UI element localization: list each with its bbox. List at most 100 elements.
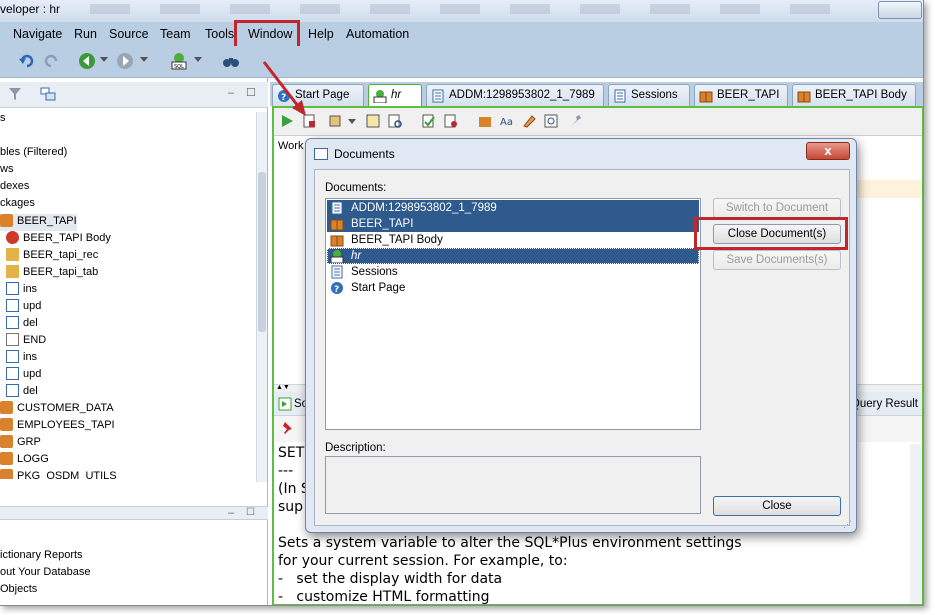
list-item[interactable]: BEER_TAPI Body xyxy=(327,232,699,248)
list-item[interactable]: hr xyxy=(327,248,699,264)
binoculars-icon[interactable] xyxy=(222,52,240,70)
menu-help[interactable]: Help xyxy=(308,27,334,41)
query-result-tab[interactable]: Query Result xyxy=(851,398,918,410)
close-icon[interactable]: ☐ xyxy=(246,86,256,99)
autotrace-icon[interactable] xyxy=(388,114,402,128)
chevron-down-icon[interactable] xyxy=(100,57,108,62)
reports-item[interactable]: out Your Database xyxy=(0,566,91,583)
current-line-highlight xyxy=(854,180,922,198)
tab-beer-tapi[interactable]: BEER_TAPI xyxy=(694,84,788,106)
tree-item-label: del xyxy=(23,317,38,329)
menu-source[interactable]: Source xyxy=(109,27,149,41)
chevron-down-icon[interactable] xyxy=(194,57,202,62)
procedure-icon xyxy=(6,384,19,397)
tree-item[interactable]: END xyxy=(6,333,46,350)
reports-item[interactable]: ictionary Reports xyxy=(0,549,83,566)
document-name: hr xyxy=(351,250,362,262)
commit-icon[interactable] xyxy=(328,114,342,128)
explain-plan-icon[interactable] xyxy=(366,114,380,128)
wrench-icon[interactable] xyxy=(568,114,582,128)
menu-run[interactable]: Run xyxy=(74,27,97,41)
tree-item[interactable]: bles (Filtered) xyxy=(0,146,67,163)
scrollbar-thumb[interactable] xyxy=(258,172,266,332)
document-name: Sessions xyxy=(351,266,398,278)
tree-item[interactable]: ins xyxy=(6,350,37,367)
help-icon: ? xyxy=(331,282,343,295)
commit-check-icon[interactable] xyxy=(422,114,436,128)
redo-icon[interactable] xyxy=(42,52,60,70)
tree-item[interactable]: BEER_tapi_tab xyxy=(6,265,98,282)
tree-item[interactable]: upd xyxy=(6,367,41,384)
schema-browser-icon[interactable] xyxy=(40,87,56,101)
list-item[interactable]: ? Start Page xyxy=(327,280,699,296)
to-upper-icon[interactable]: Aa xyxy=(500,114,514,128)
package-icon xyxy=(0,435,13,448)
sql-worksheet-icon xyxy=(330,250,344,263)
worksheet-toolbar: Aa xyxy=(274,108,922,136)
tree-item[interactable]: EMPLOYEES_TAPI xyxy=(0,418,115,435)
tree-item[interactable]: ins xyxy=(6,282,37,299)
minimize-icon[interactable]: – xyxy=(228,87,234,99)
tab-hr[interactable]: hr xyxy=(368,84,422,106)
report-icon xyxy=(432,89,444,103)
resize-grip-icon[interactable]: ⋰ xyxy=(843,519,852,530)
main-toolbar: SQL xyxy=(0,46,923,78)
help-scrollbar[interactable] xyxy=(910,444,922,604)
menu-automation[interactable]: Automation xyxy=(346,27,409,41)
sql-worksheet-icon[interactable]: SQL xyxy=(170,52,188,70)
list-item[interactable]: ADDM:1298953802_1_7989 xyxy=(327,200,699,216)
save-documents-button[interactable]: Save Documents(s) xyxy=(713,250,841,270)
tree-item[interactable]: LOGG xyxy=(0,452,49,469)
tree-item[interactable]: BEER_tapi_rec xyxy=(6,248,98,265)
list-item[interactable]: BEER_TAPI xyxy=(327,216,699,232)
documents-list[interactable]: ADDM:1298953802_1_7989 BEER_TAPI BEER_TA… xyxy=(325,198,701,430)
tree-item[interactable]: del xyxy=(6,316,38,333)
document-name: BEER_TAPI xyxy=(351,218,414,230)
clear-icon[interactable] xyxy=(522,114,536,128)
document-name: ADDM:1298953802_1_7989 xyxy=(351,202,497,214)
tab-addm[interactable]: ADDM:1298953802_1_7989 xyxy=(426,84,604,106)
close-icon[interactable]: ☐ xyxy=(246,507,255,519)
tree-item[interactable]: CUSTOMER_DATA xyxy=(0,401,114,418)
history-icon[interactable] xyxy=(544,114,558,128)
tree-item[interactable]: s xyxy=(0,112,6,129)
chevron-down-icon[interactable] xyxy=(348,119,356,124)
tab-label: hr xyxy=(391,89,402,101)
forward-icon[interactable] xyxy=(116,52,134,70)
list-item[interactable]: Sessions xyxy=(327,264,699,280)
tree-scrollbar[interactable] xyxy=(256,112,267,482)
worksheet-tab[interactable]: Work xyxy=(278,140,303,152)
tab-beer-tapi-body[interactable]: BEER_TAPI Body xyxy=(792,84,916,106)
tree-item[interactable]: ws xyxy=(0,163,13,180)
tree-item[interactable]: PKG_OSDM_UTILS xyxy=(0,469,117,479)
menu-tools[interactable]: Tools xyxy=(205,27,234,41)
back-icon[interactable] xyxy=(78,52,96,70)
tree-item[interactable]: del xyxy=(6,384,38,401)
switch-to-document-button[interactable]: Switch to Document xyxy=(713,198,841,218)
pin-icon[interactable] xyxy=(280,421,294,435)
svg-text:Aa: Aa xyxy=(500,117,513,128)
rollback-icon[interactable] xyxy=(444,114,458,128)
tree-item[interactable]: GRP xyxy=(0,435,41,452)
sql-tuning-icon[interactable] xyxy=(478,114,492,128)
filter-icon[interactable] xyxy=(8,87,22,101)
procedure-icon xyxy=(6,367,19,380)
menu-navigate[interactable]: Navigate xyxy=(13,27,62,41)
tree-item[interactable]: dexes xyxy=(0,180,29,197)
minimize-icon[interactable]: – xyxy=(228,507,234,519)
tab-sessions[interactable]: Sessions xyxy=(608,84,690,106)
svg-text:?: ? xyxy=(334,285,339,295)
window-controls[interactable] xyxy=(878,1,922,19)
tree-item[interactable]: ckages xyxy=(0,197,35,214)
menu-team[interactable]: Team xyxy=(160,27,191,41)
tree-item-beer-tapi[interactable]: BEER_TAPI xyxy=(0,214,77,231)
package-icon xyxy=(0,401,13,414)
close-button[interactable]: Close xyxy=(713,496,841,516)
chevron-down-icon[interactable] xyxy=(140,57,148,62)
tree-item[interactable]: BEER_TAPI Body xyxy=(6,231,111,248)
splitter-arrows-icon[interactable]: ▲▼ xyxy=(276,384,290,392)
tree-item[interactable]: upd xyxy=(6,299,41,316)
dialog-close-button[interactable]: x xyxy=(806,142,850,160)
undo-icon[interactable] xyxy=(18,52,36,70)
reports-item[interactable]: Objects xyxy=(0,583,37,600)
